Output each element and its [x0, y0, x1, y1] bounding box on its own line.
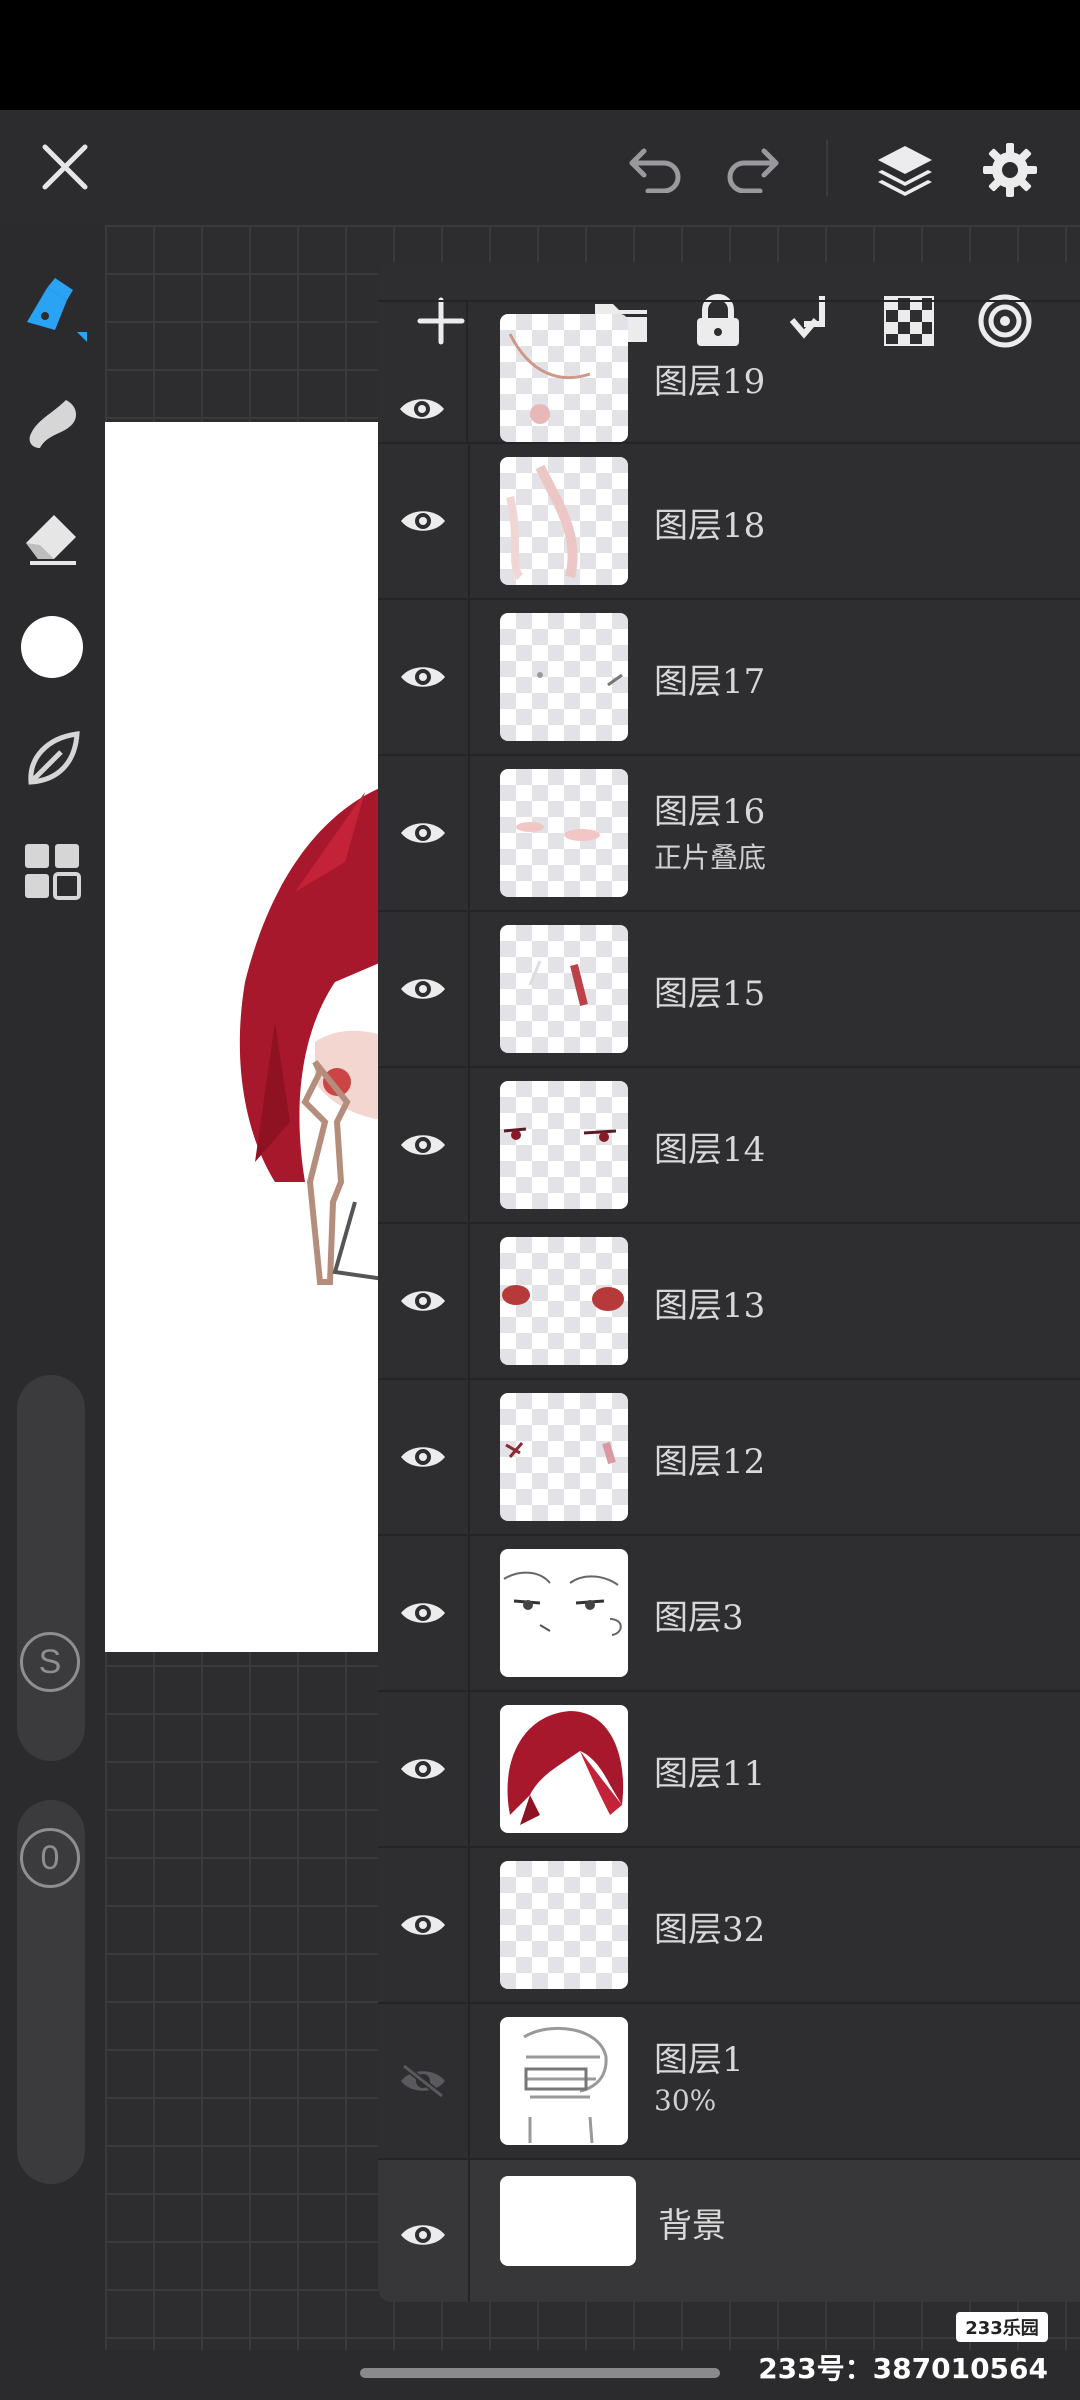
layer-thumbnail: [500, 1237, 628, 1365]
layers-icon[interactable]: [865, 130, 945, 210]
layer-opacity: 30%: [654, 2084, 717, 2117]
layer-row[interactable]: 图层3: [378, 1534, 1080, 1690]
close-icon[interactable]: [30, 132, 100, 202]
eye-icon[interactable]: [399, 1130, 447, 1160]
layer-name: 背景: [658, 2206, 726, 2246]
artwork-preview: [239, 782, 405, 1285]
eye-column: [378, 302, 468, 442]
layer-thumbnail: [500, 1705, 628, 1833]
layer-thumbnail: [500, 1549, 628, 1677]
eye-icon[interactable]: [399, 1910, 447, 1940]
eye-icon[interactable]: [399, 818, 447, 848]
eye-column: [378, 1692, 470, 1846]
layer-name: 图层15: [654, 974, 766, 1014]
layer-row[interactable]: 图层14: [378, 1066, 1080, 1222]
eye-column: [378, 1068, 470, 1222]
size-slider[interactable]: [17, 1375, 85, 1761]
eye-column: [378, 1536, 470, 1690]
layer-thumbnail: [500, 2176, 636, 2266]
eye-column: [378, 912, 470, 1066]
undo-icon[interactable]: [620, 132, 692, 204]
layer-name: 图层18: [654, 506, 766, 546]
eye-icon[interactable]: [399, 662, 447, 692]
status-bar: [0, 0, 1080, 110]
layer-row-background[interactable]: 背景: [378, 2158, 1080, 2302]
layer-thumbnail: [500, 457, 628, 585]
eye-icon[interactable]: [399, 506, 447, 536]
layer-thumbnail: [500, 314, 628, 442]
redo-icon[interactable]: [716, 132, 788, 204]
eye-column: [378, 756, 470, 910]
eye-icon[interactable]: [399, 974, 447, 1004]
color-circle-icon[interactable]: [10, 605, 94, 689]
gear-icon[interactable]: [970, 130, 1050, 210]
layer-row[interactable]: 图层17: [378, 598, 1080, 754]
eye-column: [378, 2160, 470, 2302]
grid-apps-icon[interactable]: [10, 829, 94, 913]
eye-icon[interactable]: [399, 1598, 447, 1628]
layer-thumbnail: [500, 1393, 628, 1521]
eye-icon[interactable]: [399, 1286, 447, 1316]
layer-name: 图层13: [654, 1286, 766, 1326]
eye-off-icon[interactable]: [398, 2064, 448, 2098]
layer-row[interactable]: 图层1 30%: [378, 2002, 1080, 2158]
eraser-icon[interactable]: [10, 493, 94, 577]
watermark-text: 233号：387010564: [758, 2352, 1048, 2385]
layer-name: 图层17: [654, 662, 766, 702]
brush-pen-icon[interactable]: [10, 267, 94, 351]
toolbar-divider: [826, 140, 828, 196]
layer-row[interactable]: 图层18: [378, 442, 1080, 598]
layer-name: 图层12: [654, 1442, 766, 1482]
watermark-logo: 233乐园: [956, 2312, 1048, 2342]
home-indicator[interactable]: [360, 2368, 720, 2378]
eye-icon[interactable]: [399, 1754, 447, 1784]
eye-column: [378, 1380, 470, 1534]
layer-blend-mode: 正片叠底: [654, 841, 767, 874]
layer-row[interactable]: 图层19: [378, 300, 1080, 442]
layer-thumbnail: [500, 1081, 628, 1209]
eye-icon[interactable]: [399, 2220, 447, 2250]
layer-thumbnail: [500, 613, 628, 741]
smudge-icon[interactable]: [10, 380, 94, 464]
tool-rail: S 0: [0, 225, 105, 2400]
layer-name: 图层11: [654, 1754, 766, 1794]
size-slider-label: S: [20, 1632, 80, 1692]
layer-name: 图层1: [654, 2040, 744, 2080]
eye-icon[interactable]: [399, 1442, 447, 1472]
layer-row[interactable]: 图层16 正片叠底: [378, 754, 1080, 910]
eye-column: [378, 600, 470, 754]
layer-thumbnail: [500, 1861, 628, 1989]
leaf-icon[interactable]: [10, 717, 94, 801]
layer-row[interactable]: 图层11: [378, 1690, 1080, 1846]
layer-thumbnail: [500, 769, 628, 897]
eye-column: [378, 1224, 470, 1378]
layer-thumbnail: [500, 2017, 628, 2145]
layer-thumbnail: [500, 925, 628, 1053]
drawing-canvas[interactable]: [105, 422, 405, 1652]
eye-icon[interactable]: [398, 394, 446, 424]
opacity-slider-label: 0: [20, 1828, 80, 1888]
layer-row[interactable]: 图层32: [378, 1846, 1080, 2002]
layer-name: 图层14: [654, 1130, 766, 1170]
layer-name: 图层16: [654, 792, 766, 832]
layer-name: 图层32: [654, 1910, 766, 1950]
layer-row[interactable]: 图层12: [378, 1378, 1080, 1534]
eye-column: [378, 1848, 470, 2002]
layers-panel: 图层19 图层18 图层17 图层16 正片叠底 图层15 图层14 图层13 …: [378, 262, 1080, 2302]
layer-row[interactable]: 图层15: [378, 910, 1080, 1066]
top-toolbar: [0, 110, 1080, 225]
layer-row[interactable]: 图层13: [378, 1222, 1080, 1378]
eye-column: [378, 444, 470, 598]
layer-name: 图层19: [654, 362, 766, 402]
layer-name: 图层3: [654, 1598, 744, 1638]
eye-column: [378, 2004, 470, 2158]
